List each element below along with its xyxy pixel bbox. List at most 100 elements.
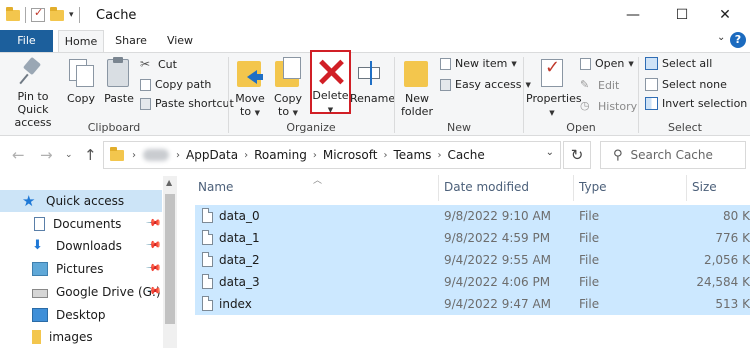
column-separator[interactable] (573, 175, 574, 201)
separator (78, 7, 80, 23)
column-separator[interactable] (686, 175, 687, 201)
move-to-icon (235, 57, 265, 89)
invert-selection-icon (645, 97, 658, 110)
breadcrumb-roaming[interactable]: Roaming (254, 148, 307, 162)
nav-item-documents[interactable]: Documents 📌 (0, 213, 162, 235)
pin-icon[interactable]: 📌 (145, 260, 162, 277)
ribbon: Pin to Quick access Copy Paste ✂ Cut Cop… (0, 52, 750, 136)
column-header-size[interactable]: Size (692, 180, 717, 194)
dropdown-caret-icon: ▼ (292, 109, 298, 117)
cut-button[interactable]: ✂ Cut (140, 57, 177, 71)
refresh-button[interactable]: ↻ (563, 141, 591, 169)
copy-button[interactable]: Copy (64, 57, 98, 105)
select-none-icon (645, 78, 658, 91)
edit-button[interactable]: ✎ Edit (580, 78, 619, 92)
column-header-name[interactable]: Name (198, 180, 233, 194)
downloads-icon: ⬇ (32, 238, 43, 253)
maximize-button[interactable]: ☐ (671, 4, 693, 26)
easy-access-button[interactable]: Easy access ▼ (440, 78, 531, 91)
move-to-button[interactable]: Move to ▼ (232, 57, 268, 120)
help-button[interactable]: ? (730, 32, 746, 48)
minimize-button[interactable]: — (622, 4, 644, 26)
table-row[interactable]: data_1 9/8/2022 4:59 PM File 776 K (195, 227, 750, 249)
desktop-icon (32, 308, 48, 322)
group-separator (228, 57, 229, 133)
file-size: 24,584 K (696, 275, 750, 289)
rename-button[interactable]: Rename (350, 57, 395, 105)
group-label-organize: Organize (286, 121, 336, 134)
dropdown-caret-icon: ▼ (254, 109, 260, 117)
column-header-type[interactable]: Type (579, 180, 607, 194)
pin-icon[interactable]: 📌 (145, 215, 162, 232)
table-row[interactable]: data_2 9/4/2022 9:55 AM File 2,056 K (195, 249, 750, 271)
breadcrumb-microsoft[interactable]: Microsoft (323, 148, 378, 162)
group-label-new: New (447, 121, 471, 134)
table-row[interactable]: index 9/4/2022 9:47 AM File 513 K (195, 293, 750, 315)
tab-view[interactable]: View (160, 30, 200, 52)
pin-icon[interactable]: 📌 (145, 237, 162, 254)
properties-button[interactable]: ✓ Properties ▼ (526, 57, 582, 120)
nav-item-quick-access[interactable]: ★ Quick access (0, 190, 162, 212)
file-date: 9/8/2022 4:59 PM (444, 231, 551, 245)
select-none-button[interactable]: Select none (645, 78, 727, 91)
scroll-up-icon[interactable]: ▲ (166, 178, 172, 187)
tab-home[interactable]: Home (58, 30, 104, 52)
search-input[interactable] (630, 148, 731, 162)
table-row[interactable]: data_0 9/8/2022 9:10 AM File 80 K (195, 205, 750, 227)
file-size: 80 K (723, 209, 750, 223)
nav-item-pictures[interactable]: Pictures 📌 (0, 258, 162, 280)
breadcrumb-appdata[interactable]: AppData (186, 148, 238, 162)
address-bar[interactable]: › › AppData › Roaming › Microsoft › Team… (103, 141, 561, 169)
file-icon (202, 296, 213, 311)
properties-qat-icon[interactable] (31, 6, 45, 22)
paste-icon (105, 57, 133, 89)
dropdown-caret-icon: ▼ (549, 109, 555, 117)
forward-button[interactable]: → (40, 146, 53, 164)
invert-selection-button[interactable]: Invert selection (645, 97, 747, 110)
scrollbar-thumb[interactable] (165, 194, 175, 324)
recent-locations-icon[interactable]: ⌄ (65, 150, 73, 160)
nav-item-google-drive[interactable]: Google Drive (G:) 📌 (0, 281, 162, 303)
breadcrumb-teams[interactable]: Teams (393, 148, 431, 162)
column-separator[interactable] (438, 175, 439, 201)
pin-to-quick-access-button[interactable]: Pin to Quick access (4, 57, 62, 129)
nav-item-images[interactable]: images (0, 326, 162, 348)
paste-shortcut-button[interactable]: Paste shortcut (140, 97, 234, 110)
column-header-date-modified[interactable]: Date modified (444, 180, 529, 194)
group-label-clipboard: Clipboard (87, 121, 141, 134)
copy-icon (67, 57, 95, 89)
group-separator (394, 57, 395, 133)
group-separator (523, 57, 524, 133)
back-button[interactable]: ← (12, 146, 25, 164)
expand-ribbon-icon[interactable]: ⌄ (717, 32, 725, 43)
tab-file[interactable]: File (0, 30, 53, 52)
copy-path-button[interactable]: Copy path (140, 78, 211, 91)
tab-share[interactable]: Share (110, 30, 152, 52)
new-item-button[interactable]: New item ▼ (440, 57, 517, 70)
delete-button[interactable]: Delete ▼ (310, 50, 351, 114)
breadcrumb-separator: › (312, 149, 317, 161)
redacted-username (143, 149, 169, 161)
nav-pane-scrollbar[interactable]: ▲ (163, 176, 177, 348)
breadcrumb-cache[interactable]: Cache (447, 148, 484, 162)
nav-item-desktop[interactable]: Desktop (0, 304, 162, 326)
edit-icon: ✎ (580, 78, 590, 91)
close-button[interactable]: ✕ (714, 4, 736, 26)
address-dropdown-icon[interactable]: ⌄ (546, 147, 554, 158)
table-row[interactable]: data_3 9/4/2022 4:06 PM File 24,584 K (195, 271, 750, 293)
paste-button[interactable]: Paste (102, 57, 136, 105)
file-icon (202, 252, 213, 267)
select-all-button[interactable]: Select all (645, 57, 712, 70)
folder-icon (32, 330, 41, 344)
drive-icon (32, 289, 48, 298)
folder-icon (6, 6, 20, 21)
up-button[interactable]: ↑ (84, 146, 97, 164)
nav-item-downloads[interactable]: ⬇ Downloads 📌 (0, 235, 162, 257)
copy-to-button[interactable]: Copy to ▼ (270, 57, 306, 120)
new-folder-qat-icon[interactable] (50, 6, 64, 21)
new-folder-button[interactable]: New folder (398, 57, 436, 118)
history-button[interactable]: ◷ History (580, 99, 637, 113)
open-button[interactable]: Open ▼ (580, 57, 634, 70)
search-box[interactable]: ⚲ (600, 141, 746, 169)
customize-qat-icon[interactable]: ▾ (69, 10, 74, 20)
